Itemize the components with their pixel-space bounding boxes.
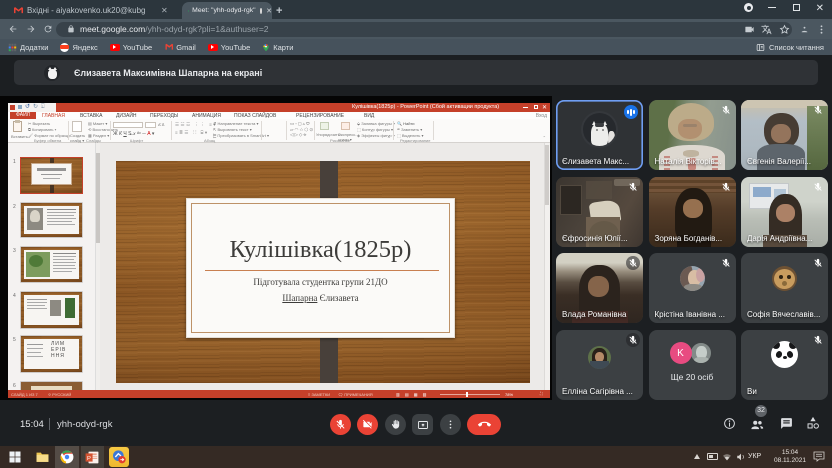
svg-text:P: P [87,455,91,461]
